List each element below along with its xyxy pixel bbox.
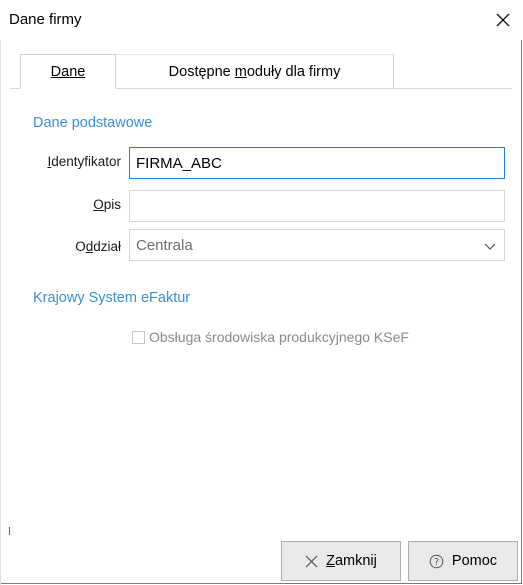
branch-select[interactable]: Centrala <box>129 229 505 261</box>
svg-text:?: ? <box>434 557 439 568</box>
ksef-production-checkbox[interactable] <box>132 330 145 344</box>
identifier-value: FIRMA_ABC <box>136 154 222 172</box>
tab-modules-label: Dostępne moduły dla firmy <box>168 63 341 80</box>
edge-mark <box>9 527 10 535</box>
description-label: Opis <box>93 197 121 212</box>
close-window-button[interactable] <box>486 4 520 36</box>
close-button[interactable]: Zamknij <box>281 541 401 581</box>
tab-dane-label: Dane <box>50 63 86 80</box>
section-ksef-header: Krajowy System eFaktur <box>33 290 191 306</box>
ksef-production-checkbox-row[interactable]: Obsługa środowiska produkcyjnego KSeF <box>132 327 409 347</box>
close-icon <box>305 555 318 568</box>
chevron-down-icon <box>484 243 496 250</box>
close-icon <box>496 13 510 27</box>
section-basic-header: Dane podstawowe <box>33 115 153 131</box>
window-title: Dane firmy <box>9 11 82 28</box>
company-data-dialog: Dane firmy Dane Dostępne moduły dla firm… <box>0 0 522 585</box>
identifier-input[interactable]: FIRMA_ABC <box>129 147 505 179</box>
description-input[interactable] <box>129 190 505 222</box>
identifier-label: Identyfikator <box>47 154 121 169</box>
tab-strip: Dane Dostępne moduły dla firmy <box>10 50 512 89</box>
help-button[interactable]: ? Pomoc <box>408 541 518 581</box>
help-button-label: Pomoc <box>451 553 498 569</box>
tab-dane[interactable]: Dane <box>20 54 116 89</box>
branch-label: Oddział <box>75 239 121 254</box>
help-icon: ? <box>429 554 444 569</box>
tab-available-modules[interactable]: Dostępne moduły dla firmy <box>116 54 394 88</box>
title-bar: Dane firmy <box>0 0 522 40</box>
close-button-label: Zamknij <box>326 553 377 569</box>
ksef-production-checkbox-label: Obsługa środowiska produkcyjnego KSeF <box>149 329 409 345</box>
branch-value: Centrala <box>136 236 193 254</box>
window-left-edge <box>0 0 1 585</box>
